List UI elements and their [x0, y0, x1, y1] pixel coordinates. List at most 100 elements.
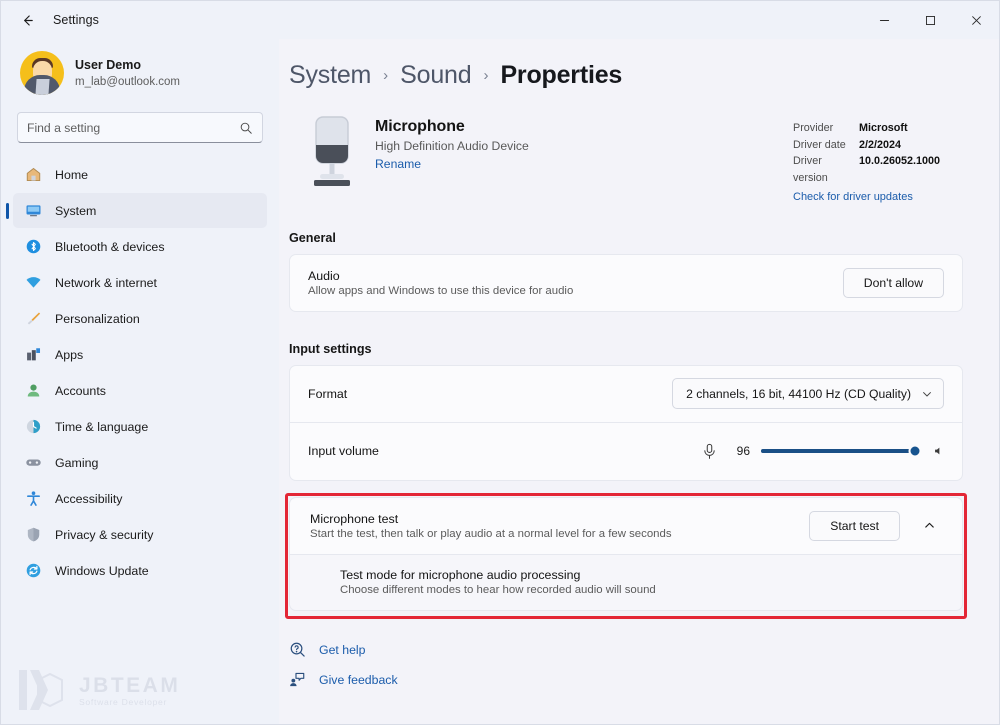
sidebar-item-time-language[interactable]: Time & language: [13, 409, 267, 444]
window-controls: [861, 1, 999, 39]
wifi-icon: [25, 274, 42, 291]
close-icon: [971, 15, 981, 25]
give-feedback-link[interactable]: Give feedback: [289, 671, 398, 688]
breadcrumb: System › Sound › Properties: [289, 61, 963, 90]
account-email: m_lab@outlook.com: [75, 76, 180, 89]
input-volume-label: Input volume: [308, 444, 379, 459]
microphone-icon: [289, 112, 375, 192]
help-icon: [290, 642, 305, 657]
breadcrumb-properties: Properties: [500, 61, 623, 89]
speaker-max-icon: [935, 448, 940, 455]
update-icon: [25, 562, 42, 579]
format-value: 2 channels, 16 bit, 44100 Hz (CD Quality…: [686, 386, 911, 401]
audio-card: Audio Allow apps and Windows to use this…: [289, 253, 963, 312]
sidebar-item-apps[interactable]: Apps: [13, 337, 267, 372]
driver-key: Driver version: [793, 155, 828, 185]
general-section-title: General: [289, 230, 336, 245]
driver-value: 10.0.26052.1000: [859, 155, 941, 168]
clock-icon: [25, 418, 42, 435]
breadcrumb-separator: ›: [383, 67, 389, 84]
format-select[interactable]: 2 channels, 16 bit, 44100 Hz (CD Quality…: [672, 378, 944, 410]
driver-row: Driver date 2/2/2024: [793, 137, 963, 154]
title-bar: Settings: [1, 1, 999, 39]
search-icon: [240, 122, 252, 134]
search-box[interactable]: [17, 112, 263, 143]
sidebar-item-system[interactable]: System: [13, 193, 267, 228]
highlight-annotation: [285, 492, 967, 619]
input-volume-value: 96: [736, 444, 750, 459]
breadcrumb-system[interactable]: System: [289, 61, 371, 90]
main-content: System › Sound › Properties Microphone H…: [279, 39, 999, 724]
system-icon: [25, 202, 42, 219]
sidebar-item-personalization[interactable]: Personalization: [13, 301, 267, 336]
minimize-icon: [879, 19, 889, 21]
accessibility-icon: [25, 490, 42, 507]
sidebar-label: Windows Update: [55, 563, 149, 578]
sidebar-item-accounts[interactable]: Accounts: [13, 373, 267, 408]
watermark: JBTEAM Software Developer: [15, 664, 180, 716]
sidebar-item-privacy-security[interactable]: Privacy & security: [13, 517, 267, 552]
close-button[interactable]: [953, 1, 999, 39]
sidebar-item-bluetooth-devices[interactable]: Bluetooth & devices: [13, 229, 267, 264]
sidebar-item-home[interactable]: Home: [13, 157, 267, 192]
gamepad-icon: [25, 454, 42, 471]
bluetooth-icon: [25, 238, 42, 255]
format-card: Format 2 channels, 16 bit, 44100 Hz (CD …: [289, 364, 963, 423]
apps-icon: [25, 346, 42, 363]
settings-window: Settings User Demo m_lab@outlook.com Fin…: [0, 0, 1000, 725]
get-help-label: Get help: [319, 642, 366, 657]
get-help-link[interactable]: Get help: [289, 641, 398, 658]
sidebar-label: Accessibility: [55, 491, 123, 506]
audio-subtitle: Allow apps and Windows to use this devic…: [308, 284, 574, 297]
sidebar-label: Privacy & security: [55, 527, 154, 542]
device-name: Microphone: [375, 118, 465, 135]
audio-allow-toggle-button[interactable]: Don't allow: [842, 267, 944, 298]
sidebar-label: Home: [55, 167, 89, 182]
give-feedback-label: Give feedback: [319, 672, 398, 687]
minimize-button[interactable]: [861, 1, 907, 39]
sidebar-item-accessibility[interactable]: Accessibility: [13, 481, 267, 516]
account-block[interactable]: User Demo m_lab@outlook.com: [13, 39, 267, 107]
driver-key: Driver date: [793, 138, 846, 151]
window-title: Settings: [53, 13, 99, 27]
input-volume-slider[interactable]: [761, 444, 922, 458]
microphone-icon: [704, 443, 715, 459]
sidebar: User Demo m_lab@outlook.com Find a setti…: [1, 39, 279, 724]
back-button[interactable]: [11, 4, 43, 36]
input-volume-slider-group: 96: [702, 443, 944, 460]
account-icon: [25, 382, 42, 399]
driver-row: Driver version 10.0.26052.1000: [793, 153, 963, 186]
input-settings-section-title: Input settings: [289, 341, 372, 356]
watermark-subtitle: Software Developer: [79, 696, 168, 707]
arrow-left-icon: [23, 14, 33, 26]
check-driver-updates-link[interactable]: Check for driver updates: [793, 191, 913, 203]
home-icon: [25, 166, 42, 183]
rename-link[interactable]: Rename: [375, 157, 421, 171]
driver-key: Provider: [793, 122, 834, 134]
footer-links: Get help Give feedback: [289, 641, 398, 688]
sidebar-label: Personalization: [55, 311, 140, 326]
input-volume-card: Input volume 96: [289, 422, 963, 481]
sidebar-label: Time & language: [55, 419, 149, 434]
sidebar-item-network-internet[interactable]: Network & internet: [13, 265, 267, 300]
sidebar-item-windows-update[interactable]: Windows Update: [13, 553, 267, 588]
watermark-title: JBTEAM: [79, 673, 181, 697]
sidebar-label: System: [55, 203, 97, 218]
driver-info: Provider Microsoft Driver date 2/2/2024 …: [793, 112, 963, 205]
sidebar-label: Gaming: [55, 455, 99, 470]
driver-value: 2/2/2024: [859, 138, 902, 151]
sidebar-item-gaming[interactable]: Gaming: [13, 445, 267, 480]
jbteam-logo-icon: [19, 670, 63, 710]
maximize-button[interactable]: [907, 1, 953, 39]
feedback-icon: [290, 672, 305, 687]
sidebar-nav: Home System Bluetooth & devices Network …: [13, 157, 267, 588]
breadcrumb-sound[interactable]: Sound: [400, 61, 471, 90]
sidebar-label: Bluetooth & devices: [55, 239, 165, 254]
account-name: User Demo: [75, 57, 141, 72]
audio-title: Audio: [308, 268, 340, 283]
chevron-down-icon: [923, 391, 931, 397]
paintbrush-icon: [25, 310, 42, 327]
device-description: High Definition Audio Device: [375, 139, 529, 153]
search-input[interactable]: [27, 120, 239, 135]
shield-icon: [25, 526, 42, 543]
